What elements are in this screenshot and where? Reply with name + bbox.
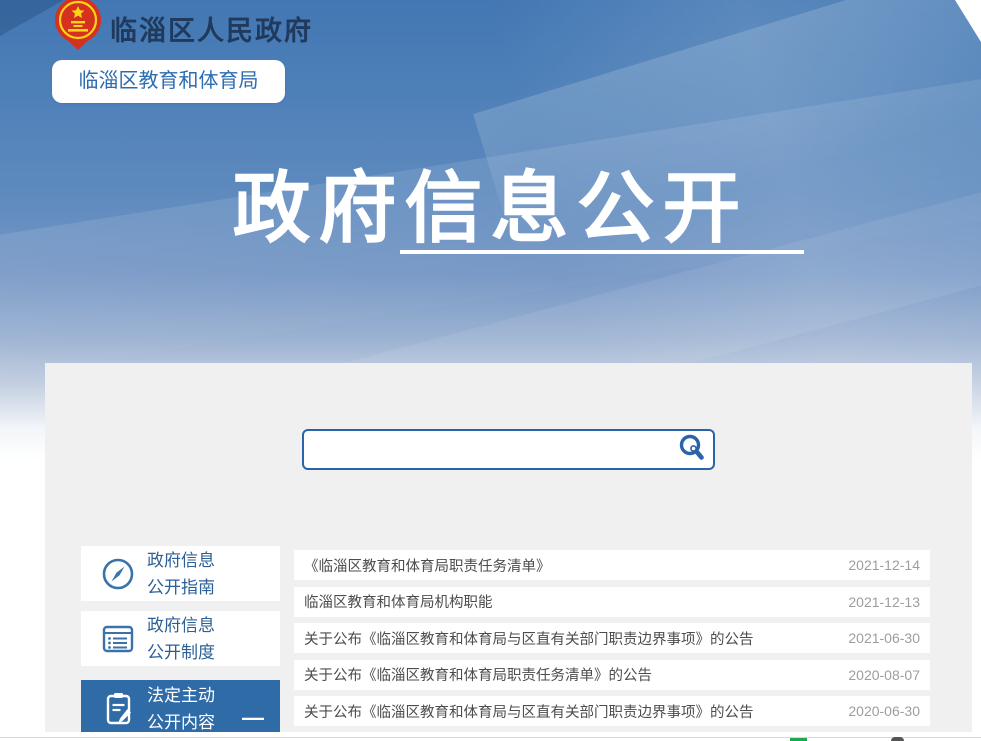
news-title-link[interactable]: 关于公布《临淄区教育和体育局与区直有关部门职责边界事项》的公告 [304,701,754,722]
clipboard-pencil-icon [99,690,137,728]
org-tab-button[interactable]: 临淄区教育和体育局 [52,60,285,103]
search-button[interactable] [675,433,709,466]
collapse-toggle[interactable]: — [242,704,264,731]
news-date: 2021-12-13 [848,594,920,610]
national-emblem-icon [54,0,102,50]
news-title-link[interactable]: 临淄区教育和体育局机构职能 [304,591,493,612]
search-box [302,429,715,470]
news-title-link[interactable]: 关于公布《临淄区教育和体育局职责任务清单》的公告 [304,664,652,685]
cut-off-dark-icon [891,737,904,741]
page-title: 政府信息公开 [0,146,981,258]
sidebar-item-statutory[interactable]: 法定主动 公开内容 — [81,680,280,732]
news-title-link[interactable]: 《临淄区教育和体育局职责任务清单》 [304,555,551,576]
document-list-icon [99,622,137,656]
list-item[interactable]: 《临淄区教育和体育局职责任务清单》 2021-12-14 [294,550,930,580]
site-name[interactable]: 临淄区人民政府 [110,9,313,48]
magnifier-icon [677,433,707,463]
news-title-link[interactable]: 关于公布《临淄区教育和体育局与区直有关部门职责边界事项》的公告 [304,628,754,649]
news-date: 2020-06-30 [848,703,920,719]
sidebar-item-label: 政府信息 公开指南 [147,547,215,601]
news-date: 2020-08-07 [848,667,920,683]
sidebar-item-label: 法定主动 公开内容 [147,682,215,732]
sidebar-menu: 政府信息 公开指南 [81,546,280,732]
compass-icon [99,556,137,592]
page: 临淄区人民政府 临淄区教育和体育局 政府信息公开 [0,0,981,741]
list-item[interactable]: 关于公布《临淄区教育和体育局职责任务清单》的公告 2020-08-07 [294,660,930,690]
sidebar-item-label: 政府信息 公开制度 [147,612,215,666]
list-item[interactable]: 关于公布《临淄区教育和体育局与区直有关部门职责边界事项》的公告 2021-06-… [294,623,930,653]
page-bottom-border [0,737,981,738]
search-input[interactable] [310,431,664,470]
sidebar-item-guide[interactable]: 政府信息 公开指南 [81,546,280,601]
title-underline [400,250,804,254]
news-date: 2021-12-14 [848,557,920,573]
sidebar-item-system[interactable]: 政府信息 公开制度 [81,611,280,666]
list-item[interactable]: 关于公布《临淄区教育和体育局与区直有关部门职责边界事项》的公告 2020-06-… [294,696,930,726]
content-panel: 政府信息 公开指南 [45,363,972,732]
news-list: 《临淄区教育和体育局职责任务清单》 2021-12-14 临淄区教育和体育局机构… [294,550,930,732]
list-item[interactable]: 临淄区教育和体育局机构职能 2021-12-13 [294,587,930,617]
news-date: 2021-06-30 [848,630,920,646]
